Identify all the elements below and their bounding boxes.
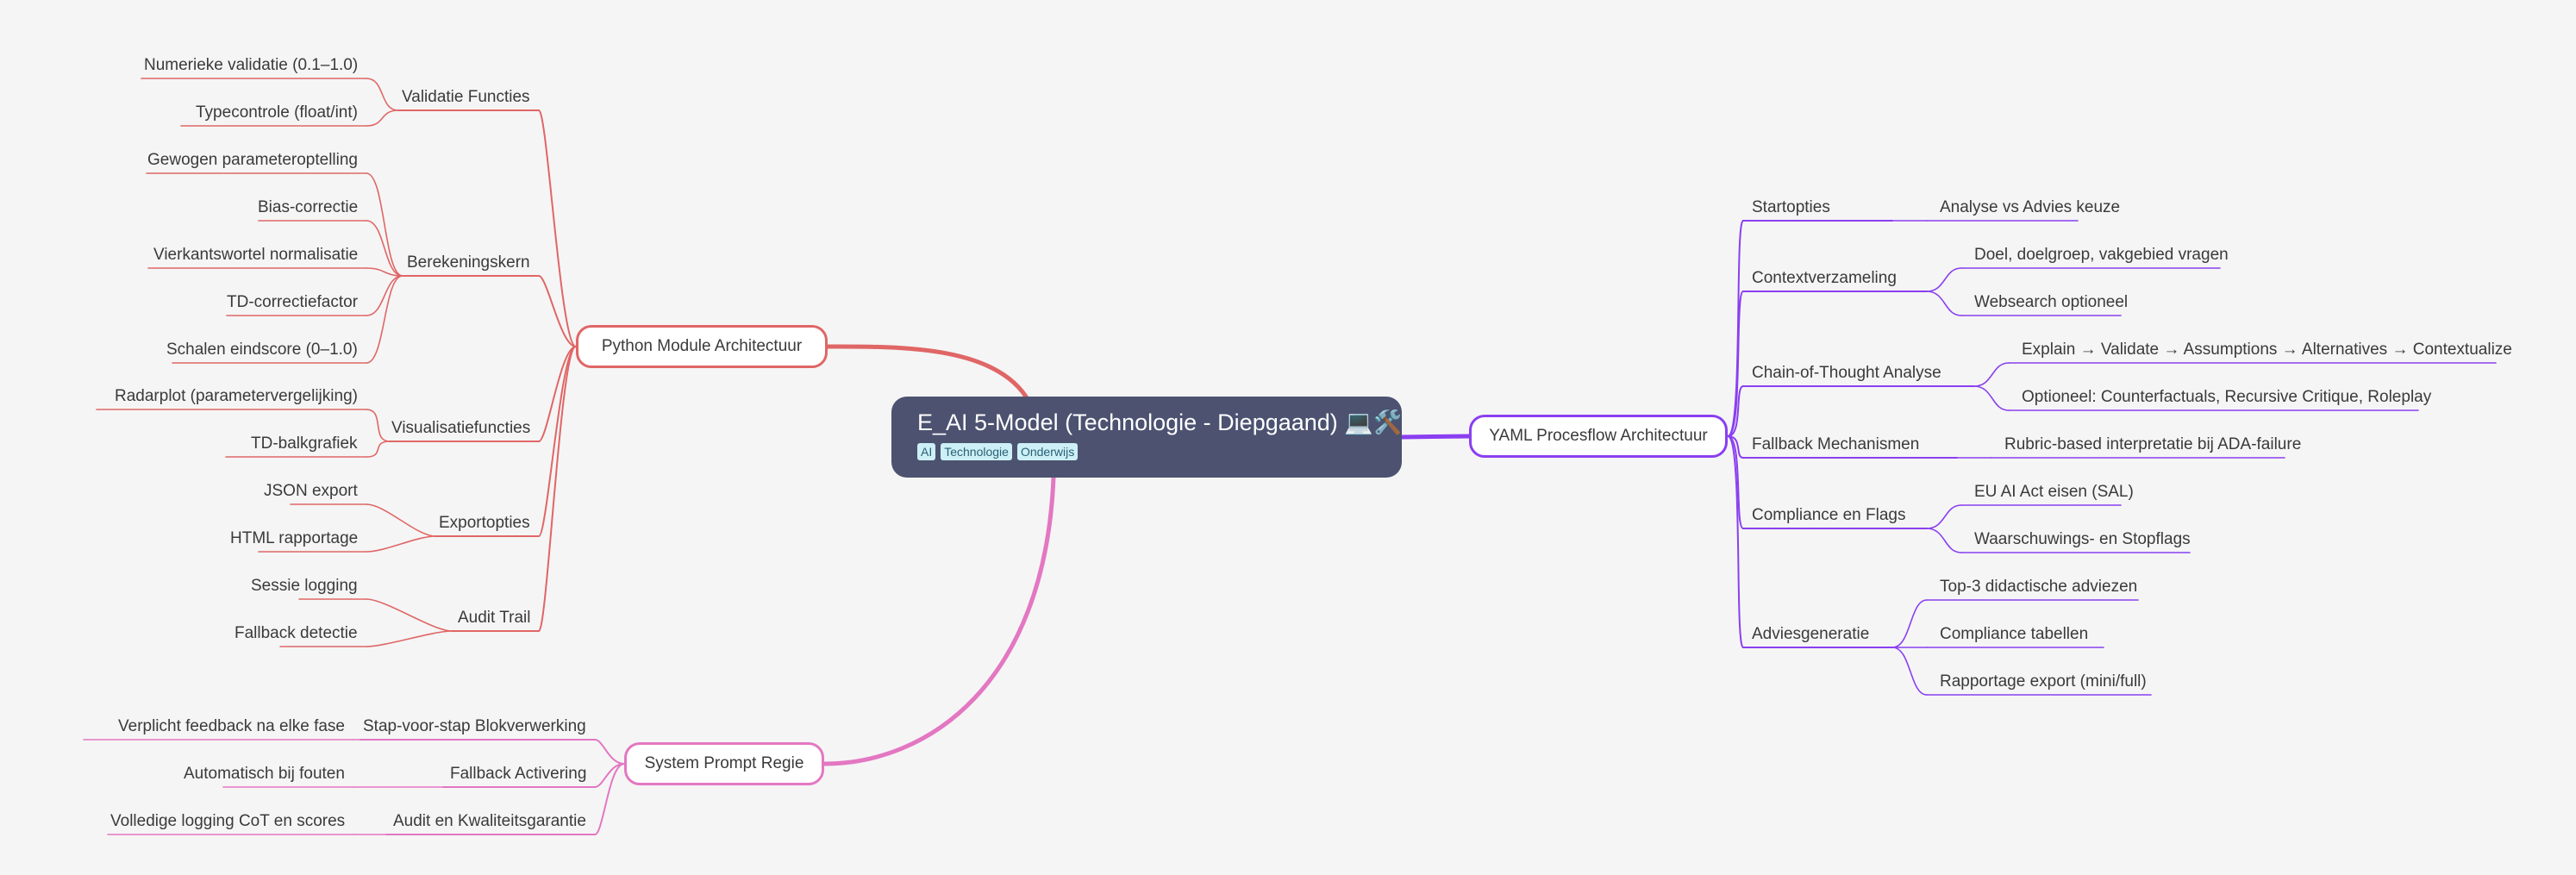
subtopic-connector (594, 763, 625, 788)
subtopic-connector (594, 739, 625, 765)
leaf-label[interactable]: Rubric-based interpretatie bij ADA-failu… (2004, 435, 2301, 454)
leaf-label[interactable]: TD-correctiefactor (227, 293, 358, 312)
root-tags: AI Technologie Onderwijs (917, 443, 1376, 460)
subtopic-connector (538, 109, 577, 347)
python-branch-node[interactable]: Python Module Architectuur (576, 325, 828, 368)
subtopic-label[interactable]: Exportopties (439, 514, 530, 533)
leaf-connector (366, 172, 403, 277)
leaf-connector (366, 503, 436, 537)
leaf-label[interactable]: HTML rapportage (230, 529, 358, 548)
leaf-connector (1973, 385, 2010, 411)
leaf-connector (1926, 528, 1962, 553)
leaf-label[interactable]: Fallback detectie (234, 624, 358, 643)
leaf-label[interactable]: Schalen eindscore (0–1.0) (166, 341, 358, 359)
subtopic-label[interactable]: Stap-voor-stap Blokverwerking (363, 717, 586, 736)
leaf-label[interactable]: Optioneel: Counterfactuals, Recursive Cr… (2022, 388, 2431, 407)
leaf-label[interactable]: Bias-correctie (258, 198, 358, 217)
root-node[interactable]: E_AI 5-Model (Technologie - Diepgaand) 💻… (891, 397, 1403, 478)
subtopic-connector (594, 763, 625, 835)
leaf-label[interactable]: Rapportage export (mini/full) (1940, 672, 2147, 691)
leaf-label[interactable]: EU AI Act eisen (SAL) (1974, 483, 2134, 502)
subtopic-label[interactable]: Fallback Mechanismen (1752, 435, 1919, 454)
subtopic-label[interactable]: Berekeningskern (407, 253, 530, 272)
leaf-label[interactable]: Explain → Validate → Assumptions → Alter… (2022, 341, 2512, 359)
subtopic-label[interactable]: Contextverzameling (1752, 269, 1897, 288)
leaf-label[interactable]: Analyse vs Advies keuze (1940, 198, 2120, 217)
system-branch-connector (822, 475, 1056, 766)
leaf-connector (366, 109, 399, 127)
leaf-label[interactable]: Automatisch bij fouten (184, 765, 345, 784)
leaf-connector (1973, 362, 2010, 387)
yaml-branch-connector (1399, 434, 1472, 440)
leaf-label[interactable]: Compliance tabellen (1940, 625, 2088, 644)
subtopic-label[interactable]: Visualisatiefuncties (391, 419, 530, 438)
subtopic-label[interactable]: Audit Trail (458, 609, 530, 628)
leaf-connector (1926, 291, 1962, 316)
leaf-connector (1926, 267, 1962, 292)
leaf-label[interactable]: Websearch optioneel (1974, 293, 2128, 312)
leaf-label[interactable]: Top-3 didactische adviezen (1940, 578, 2137, 597)
leaf-connector (1926, 504, 1962, 529)
leaf-label[interactable]: Vierkantswortel normalisatie (153, 246, 358, 265)
subtopic-connector (1727, 435, 1744, 648)
leaf-label[interactable]: JSON export (264, 482, 358, 501)
tag-technologie[interactable]: Technologie (941, 443, 1012, 460)
yaml-branch-node[interactable]: YAML Procesflow Architectuur (1469, 415, 1728, 458)
subtopic-connector (538, 346, 577, 632)
subtopic-label[interactable]: Adviesgeneratie (1752, 625, 1869, 644)
leaf-label[interactable]: Numerieke validatie (0.1–1.0) (144, 56, 358, 75)
subtopic-connector (538, 346, 577, 537)
leaf-connector (366, 78, 399, 111)
leaf-connector (366, 535, 436, 553)
leaf-connector (366, 220, 403, 277)
leaf-label[interactable]: Waarschuwings- en Stopflags (1974, 530, 2191, 549)
root-title: E_AI 5-Model (Technologie - Diepgaand) 💻… (917, 409, 1403, 435)
leaf-label[interactable]: Doel, doelgroep, vakgebied vragen (1974, 246, 2229, 265)
tag-ai[interactable]: AI (917, 443, 936, 460)
leaf-label[interactable]: Verplicht feedback na elke fase (118, 717, 345, 736)
leaf-connector (366, 598, 453, 632)
subtopic-label[interactable]: Startopties (1752, 198, 1830, 217)
leaf-connector (366, 630, 453, 647)
leaf-label[interactable]: TD-balkgrafiek (251, 434, 358, 453)
leaf-label[interactable]: Radarplot (parametervergelijking) (115, 387, 358, 406)
leaf-connector (366, 441, 391, 458)
leaf-label[interactable]: Typecontrole (float/int) (196, 103, 358, 122)
leaf-label[interactable]: Gewogen parameteroptelling (147, 151, 358, 170)
subtopic-connector (1727, 220, 1744, 437)
subtopic-label[interactable]: Validatie Functies (402, 88, 530, 107)
leaf-connector (1891, 599, 1928, 648)
leaf-connector (366, 275, 403, 316)
subtopic-label[interactable]: Compliance en Flags (1752, 506, 1905, 525)
subtopic-label[interactable]: Fallback Activering (450, 765, 586, 784)
tag-onderwijs[interactable]: Onderwijs (1016, 443, 1079, 460)
leaf-connector (1891, 647, 1928, 696)
python-branch-connector (825, 344, 1029, 399)
system-branch-node[interactable]: System Prompt Regie (624, 742, 824, 785)
leaf-label[interactable]: Sessie logging (251, 577, 358, 596)
subtopic-label[interactable]: Audit en Kwaliteitsgarantie (393, 812, 586, 831)
leaf-connector (366, 409, 391, 442)
leaf-label[interactable]: Volledige logging CoT en scores (110, 812, 345, 831)
subtopic-label[interactable]: Chain-of-Thought Analyse (1752, 364, 1941, 383)
subtopic-connector (1727, 291, 1744, 437)
leaf-connector (366, 275, 403, 364)
